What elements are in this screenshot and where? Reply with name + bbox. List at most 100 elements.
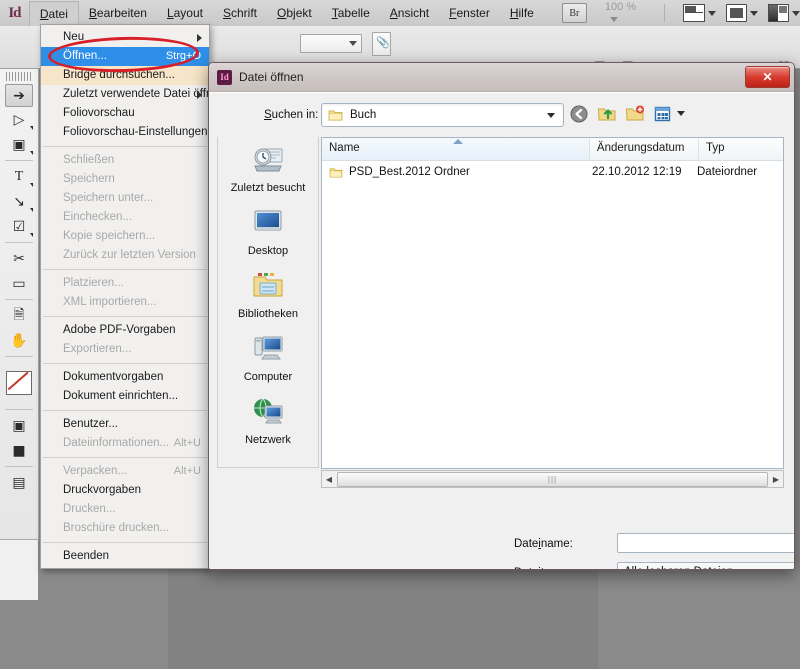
up-folder-icon[interactable] [597,104,618,124]
place-item-desktop[interactable]: Desktop [218,200,318,263]
menu-fenster[interactable]: Fenster [439,3,500,23]
file-menu-item-foliovorschau-einstellungen[interactable]: Foliovorschau-Einstellungen [41,123,209,142]
menu-separator [43,269,207,270]
control-combo-1[interactable] [300,34,362,53]
new-folder-icon[interactable] [625,104,646,124]
scroll-left-icon[interactable]: ◀ [322,475,336,484]
file-menu-item-druckvorgaben[interactable]: Druckvorgaben [41,481,209,500]
lookin-combobox[interactable]: Buch [321,103,564,127]
chevron-down-icon[interactable] [610,17,618,22]
file-menu-item-einchecken: Einchecken... [41,208,209,227]
chevron-down-icon[interactable] [750,11,758,16]
tool-divider [5,409,33,410]
menu-ansicht[interactable]: Ansicht [380,3,439,23]
menu-item-label: Benutzer... [63,418,118,430]
filetype-select[interactable]: Alle lesbaren Dateien [617,562,795,570]
tool-page[interactable]: ▣ [2,132,36,157]
file-menu-item-foliovorschau[interactable]: Foliovorschau [41,104,209,123]
menu-separator [43,457,207,458]
dialog-body: Suchen in: Buch [209,92,794,569]
file-menu-item-adobe-pdf-vorgaben[interactable]: Adobe PDF-Vorgaben [41,321,209,340]
file-menu-item-speichern: Speichern [41,170,209,189]
file-menu-item-kopie-speichern: Kopie speichern... [41,227,209,246]
file-menu-item-öffnen[interactable]: Öffnen...Strg+O [41,47,209,66]
scroll-right-icon[interactable]: ▶ [769,475,783,484]
indesign-logo-icon: Id [0,0,29,26]
menu-separator [43,363,207,364]
menu-item-label: Kopie speichern... [63,230,155,242]
menu-tabelle[interactable]: Tabelle [322,3,380,23]
filename-input[interactable] [617,533,795,553]
tool-screen-mode[interactable]: ■ [2,438,36,463]
fill-none-swatch[interactable] [6,371,32,395]
file-menu-item-dokument-einrichten[interactable]: Dokument einrichten... [41,387,209,406]
link-toggle-button[interactable]: 📎 [372,32,391,56]
screen-mode-icon[interactable] [683,4,704,22]
view-options-icon[interactable] [726,4,747,22]
tool-selection[interactable]: ➔ [5,84,33,107]
zoom-level-display[interactable]: 100 % [605,1,650,25]
menu-item-shortcut: Strg+O [166,47,201,66]
tool-direct-selection[interactable]: ▷ [2,107,36,132]
file-menu-item-dokumentvorgaben[interactable]: Dokumentvorgaben [41,368,209,387]
column-header-name[interactable]: Name [322,138,590,160]
menu-item-label: Broschüre drucken... [63,522,169,534]
menu-hilfe[interactable]: Hilfe [500,3,544,23]
tool-view-mode[interactable]: ▤ [2,470,36,495]
menu-item-label: Beenden [63,550,109,562]
menu-separator [43,542,207,543]
file-menu-item-schließen: Schließen [41,151,209,170]
column-header-type[interactable]: Typ [699,138,783,160]
dialog-title-bar[interactable]: Id Datei öffnen ✕ [209,63,794,92]
places-sidebar: Zuletzt besucht DesktopBibliothekenComput… [217,137,319,468]
link-icon: 📎 [376,36,390,49]
panel-drag-grip[interactable] [6,72,32,81]
place-item-zuletzt-besucht[interactable]: Zuletzt besucht [218,137,318,200]
place-item-computer[interactable]: Computer [218,326,318,389]
file-list-hscrollbar[interactable]: ◀ ||| ▶ [321,470,784,488]
tool-scissors[interactable]: ✂ [2,246,36,271]
file-menu-item-drucken: Drucken... [41,500,209,519]
bridge-button[interactable]: Br [562,3,587,23]
tool-line[interactable]: ↘ [2,189,36,214]
chevron-down-icon[interactable] [547,113,555,118]
column-header-name-label: Name [329,142,360,154]
menu-datei[interactable]: Datei [29,1,79,26]
place-item-bibliotheken[interactable]: Bibliotheken [218,263,318,326]
chevron-down-icon[interactable] [708,11,716,16]
file-menu-item-neu[interactable]: Neu [41,28,209,47]
fill-stroke-swatches[interactable] [2,360,36,406]
file-menu-item-verpacken: Verpacken...Alt+U [41,462,209,481]
menu-bearbeiten[interactable]: Bearbeiten [79,3,157,23]
tool-note[interactable]: 🗎 [2,303,36,328]
chevron-down-icon[interactable] [792,11,800,16]
tool-type[interactable]: T [2,164,36,189]
tool-apply-color[interactable]: ▣ [2,413,36,438]
close-button[interactable]: ✕ [745,66,790,88]
chevron-down-icon[interactable] [677,111,685,116]
back-icon[interactable] [569,104,590,124]
tool-gradient[interactable]: ▭ [2,271,36,296]
file-modified: 22.10.2012 12:19 [592,166,697,178]
workspace-switcher-icon[interactable] [768,4,789,22]
table-row[interactable]: PSD_Best.2012 Ordner22.10.2012 12:19Date… [322,161,783,183]
scroll-thumb[interactable]: ||| [337,472,768,487]
file-menu-item-benutzer[interactable]: Benutzer... [41,415,209,434]
file-list[interactable]: Name Änderungsdatum Typ PSD_Best.2012 Or… [321,137,784,469]
place-item-netzwerk[interactable]: Netzwerk [218,389,318,452]
tool-frame-rectangle[interactable]: ☑ [2,214,36,239]
tool-divider [5,242,33,243]
tool-divider [5,160,33,161]
file-menu-item-beenden[interactable]: Beenden [41,547,209,566]
menu-schrift[interactable]: Schrift [213,3,267,23]
tools-panel: ➔ ▷ ▣ T ↘ ☑ ✂ ▭ 🗎 ✋ ▣ ■ ▤ [0,69,39,540]
tool-hand[interactable]: ✋ [2,328,36,353]
file-menu-item-zuletzt-verwendete-datei-öffnen[interactable]: Zuletzt verwendete Datei öffnen [41,85,209,104]
column-header-modified[interactable]: Änderungsdatum [590,138,699,160]
menu-item-label: XML importieren... [63,296,157,308]
place-item-label: Zuletzt besucht [231,182,306,194]
view-mode-icon[interactable] [653,104,674,124]
file-menu-item-bridge-durchsuchen[interactable]: Bridge durchsuchen... [41,66,209,85]
menu-layout[interactable]: Layout [157,3,213,23]
menu-objekt[interactable]: Objekt [267,3,322,23]
